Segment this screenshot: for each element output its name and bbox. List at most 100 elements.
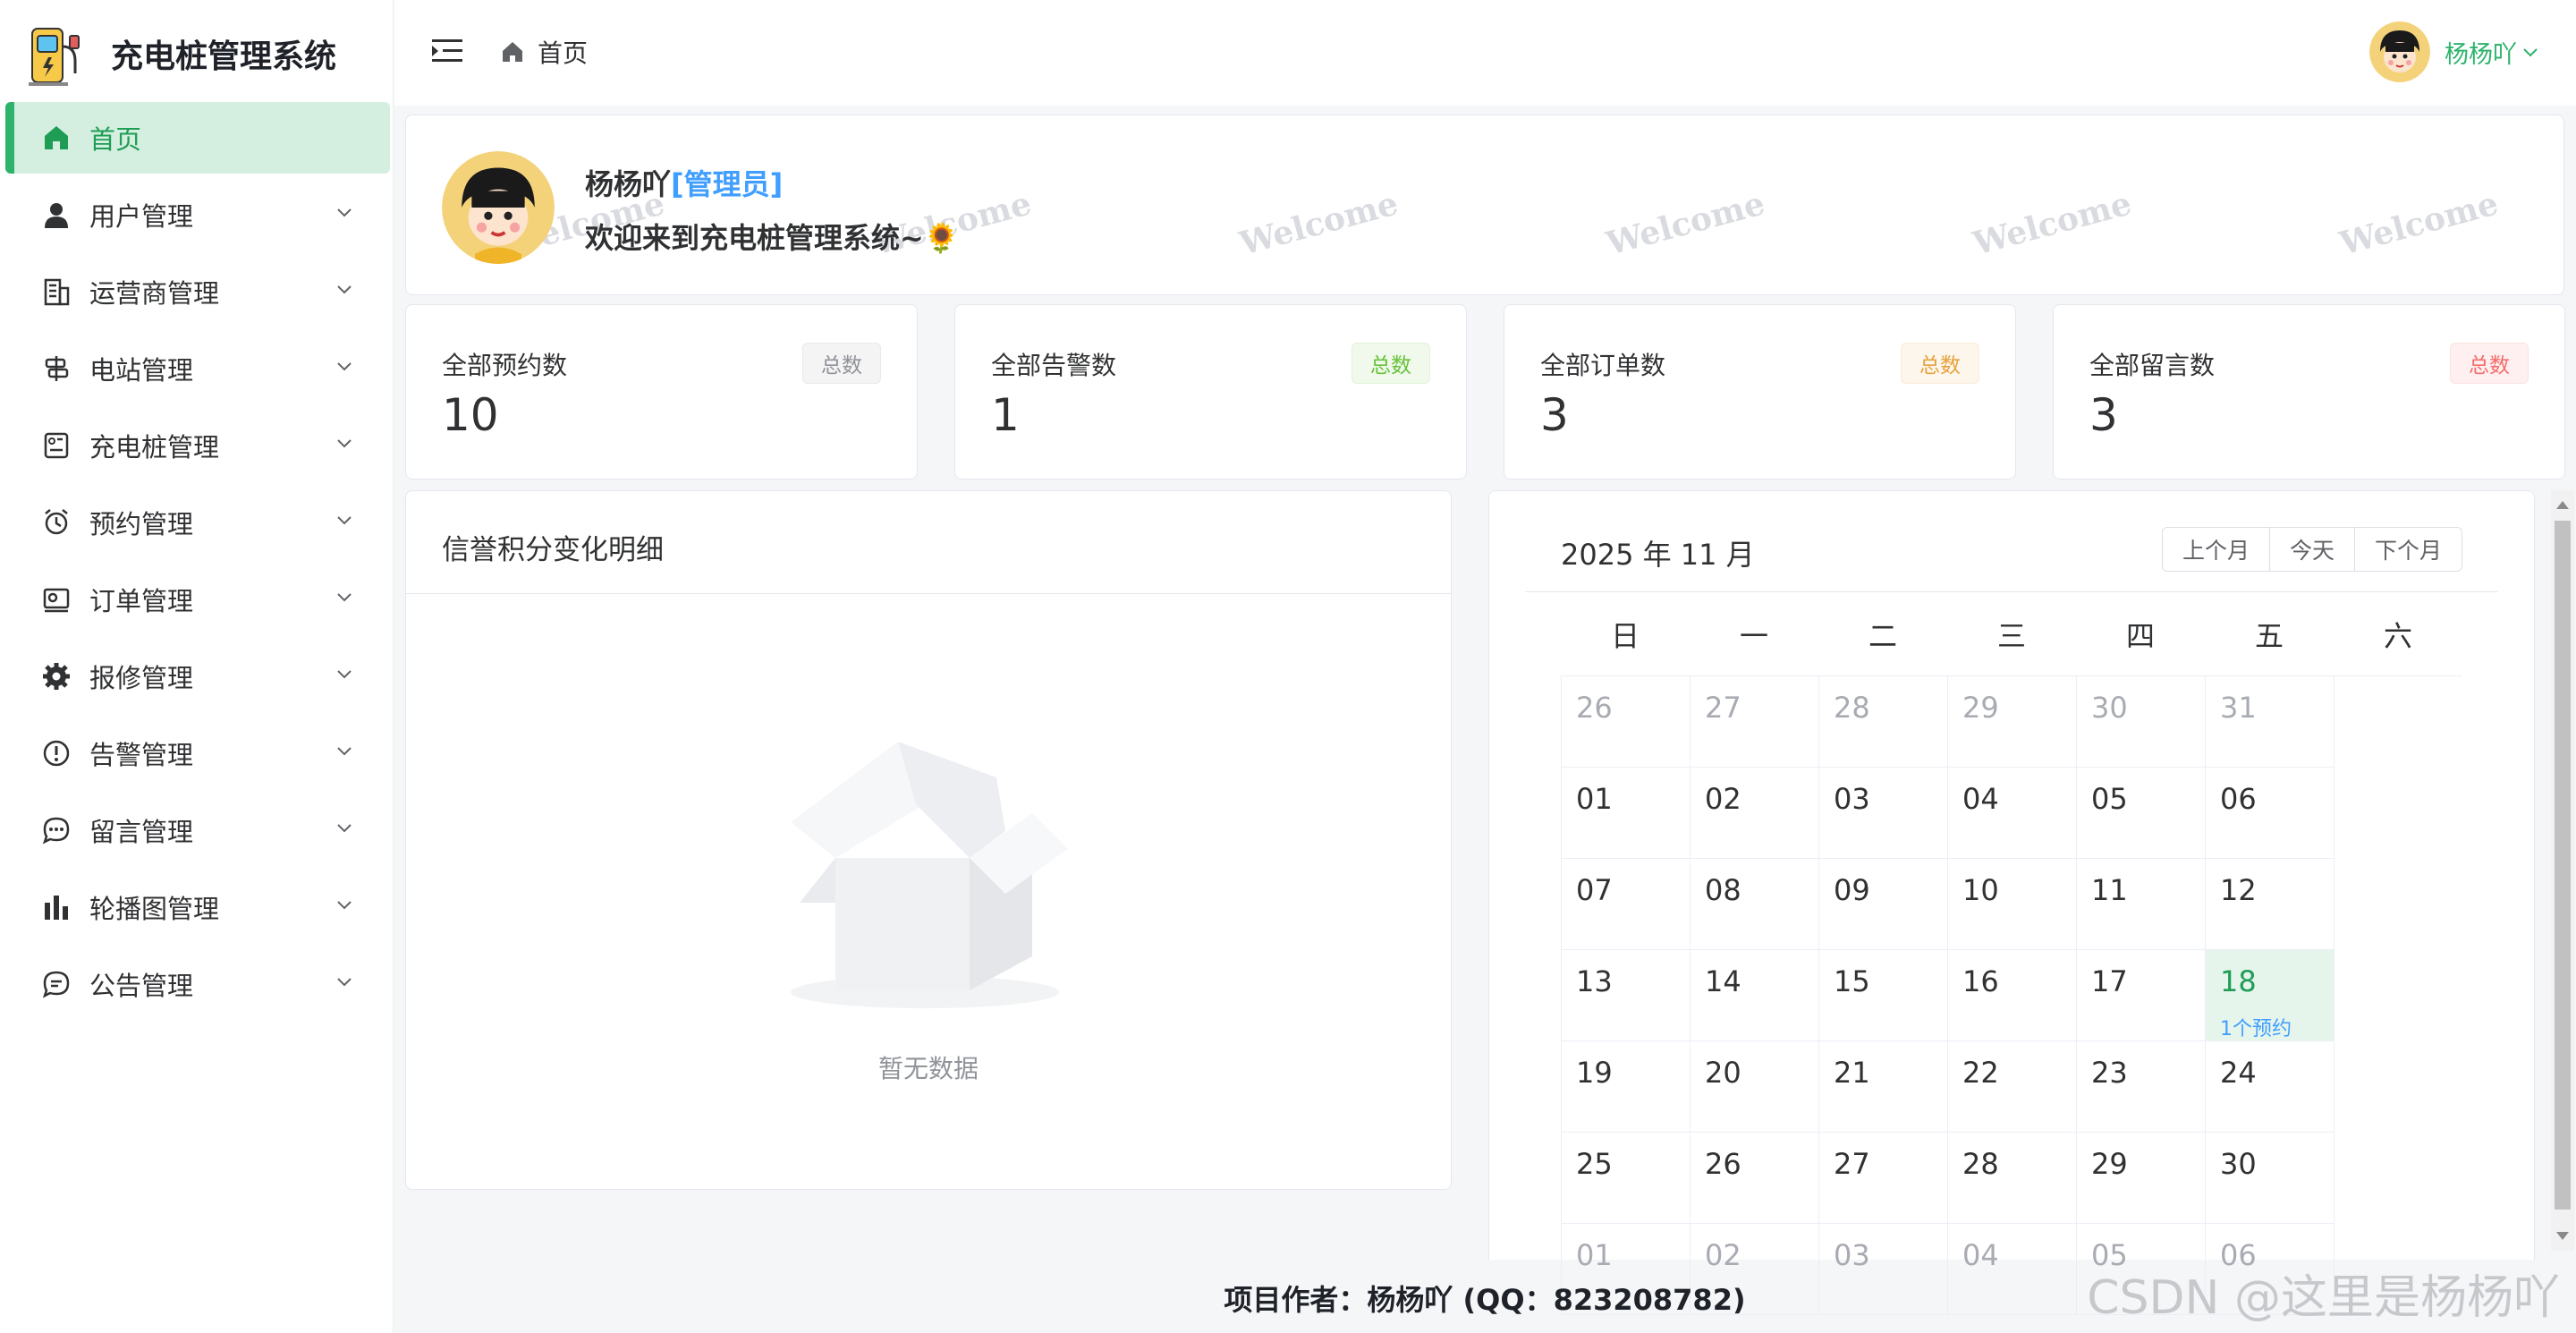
user-dropdown[interactable]: 杨杨吖: [2369, 21, 2540, 82]
calendar-day[interactable]: 15: [1819, 950, 1948, 1041]
calendar-day[interactable]: 10: [1948, 859, 2077, 950]
calendar-day[interactable]: 29: [2077, 1133, 2206, 1224]
calendar-day[interactable]: 26: [1562, 676, 1690, 768]
empty-text: 暂无数据: [877, 1054, 979, 1083]
calendar-day[interactable]: 26: [1690, 1133, 1819, 1224]
calendar-day[interactable]: 06: [2206, 768, 2334, 859]
calendar-card: 2025 年 11 月 上个月 今天 下个月 日 一 二 三 四 五 六 26 27 28 29 3…: [1488, 490, 2535, 1315]
calendar-weekdays: 日一二三四五六: [1561, 609, 2462, 663]
calendar-day[interactable]: 04: [1948, 768, 2077, 859]
day-number: 08: [1705, 873, 1741, 907]
sidebar-item-11[interactable]: 公告管理: [5, 948, 390, 1020]
calendar-day[interactable]: 11: [2077, 859, 2206, 950]
sidebar-item-7[interactable]: 报修管理: [5, 641, 390, 712]
day-number: 10: [1962, 873, 1999, 907]
sidebar-item-8[interactable]: 告警管理: [5, 717, 390, 789]
calendar-day[interactable]: 24: [2206, 1041, 2334, 1133]
collapse-menu-icon[interactable]: [432, 38, 462, 64]
calendar-day[interactable]: 19: [1562, 1041, 1690, 1133]
calendar-day[interactable]: 18 1个预约: [2206, 950, 2334, 1041]
sidebar-item-4[interactable]: 充电桩管理: [5, 410, 390, 481]
sidebar-item-5[interactable]: 预约管理: [5, 487, 390, 558]
building-icon: [41, 276, 72, 307]
calendar-day[interactable]: 09: [1819, 859, 1948, 950]
stat-tag: 总数: [1901, 343, 1979, 384]
sidebar-menu: 首页用户管理 运营商管理 电站管理 充电桩管理 预约管理 订单管理 报修管理 告警管理 留言管理…: [0, 102, 394, 1025]
calendar-day[interactable]: 25: [1562, 1133, 1690, 1224]
calendar-day[interactable]: 14: [1690, 950, 1819, 1041]
day-number: 29: [2091, 1147, 2128, 1181]
day-number: 30: [2091, 691, 2128, 725]
calendar-day[interactable]: 21: [1819, 1041, 1948, 1133]
username: 杨杨吖: [2445, 40, 2517, 69]
day-number: 02: [1705, 782, 1741, 816]
prev-month-button[interactable]: 上个月: [2162, 528, 2269, 571]
day-number: 29: [1962, 691, 1999, 725]
calendar-day[interactable]: 02: [1690, 768, 1819, 859]
warning-icon: [41, 738, 72, 768]
scroll-thumb[interactable]: [2555, 521, 2571, 1210]
avatar: [442, 151, 555, 264]
calendar-day[interactable]: 07: [1562, 859, 1690, 950]
day-number: 14: [1705, 964, 1741, 998]
day-number: 18: [2220, 964, 2257, 998]
stat-label: 全部预约数: [442, 351, 568, 380]
calendar-day[interactable]: 23: [2077, 1041, 2206, 1133]
sidebar-item-10[interactable]: 轮播图管理: [5, 871, 390, 943]
sidebar-item-1[interactable]: 用户管理: [5, 179, 390, 250]
weekday-label: 三: [1996, 619, 2026, 653]
calendar-day[interactable]: 16: [1948, 950, 2077, 1041]
stat-value: 3: [2089, 389, 2118, 441]
calendar-day[interactable]: 27: [1690, 676, 1819, 768]
scroll-down-icon[interactable]: [2556, 1232, 2569, 1240]
stat-value: 1: [991, 389, 1020, 441]
sidebar-item-9[interactable]: 留言管理: [5, 794, 390, 866]
calendar-day[interactable]: 20: [1690, 1041, 1819, 1133]
sidebar-item-6[interactable]: 订单管理: [5, 564, 390, 635]
welcome-card: Welcome Welcome Welcome Welcome Welcome …: [405, 115, 2564, 295]
day-number: 24: [2220, 1056, 2257, 1090]
app-logo[interactable]: 充电桩管理系统: [27, 18, 336, 89]
bar-chart-icon: [41, 892, 72, 922]
calendar-day[interactable]: 28: [1819, 676, 1948, 768]
calendar-day[interactable]: 03: [1819, 768, 1948, 859]
breadcrumb[interactable]: 首页: [500, 34, 588, 70]
calendar-day[interactable]: 31: [2206, 676, 2334, 768]
welcome-message: 欢迎来到充电桩管理系统~🌻: [585, 221, 960, 255]
calendar-day[interactable]: 29: [1948, 676, 2077, 768]
chevron-down-icon: [337, 978, 352, 987]
calendar-day[interactable]: 27: [1819, 1133, 1948, 1224]
calendar-day[interactable]: 30: [2077, 676, 2206, 768]
day-number: 01: [1576, 782, 1613, 816]
sidebar-item-2[interactable]: 运营商管理: [5, 256, 390, 327]
scroll-up-icon[interactable]: [2556, 501, 2569, 509]
credit-score-card: 信誉积分变化明细 暂无数据: [405, 490, 1452, 1190]
calendar-day[interactable]: 12: [2206, 859, 2334, 950]
alarm-clock-icon: [41, 507, 72, 538]
day-number: 22: [1962, 1056, 1999, 1090]
chat-icon: [41, 815, 72, 845]
calendar-day[interactable]: 13: [1562, 950, 1690, 1041]
calendar-day[interactable]: 28: [1948, 1133, 2077, 1224]
calendar-day[interactable]: 05: [2077, 768, 2206, 859]
calendar-day[interactable]: 17: [2077, 950, 2206, 1041]
day-number: 28: [1962, 1147, 1999, 1181]
scrollbar[interactable]: [2551, 490, 2574, 1251]
sidebar-item-3[interactable]: 电站管理: [5, 333, 390, 404]
sidebar-item-0[interactable]: 首页: [5, 102, 390, 174]
stat-tag: 总数: [802, 343, 881, 384]
stat-label: 全部订单数: [1540, 351, 1666, 380]
sidebar-item-label: 首页: [89, 124, 142, 155]
calendar-day[interactable]: 08: [1690, 859, 1819, 950]
calendar-day[interactable]: 22: [1948, 1041, 2077, 1133]
calendar-day[interactable]: 30: [2206, 1133, 2334, 1224]
divider: [1525, 591, 2498, 592]
breadcrumb-home: 首页: [538, 38, 589, 68]
next-month-button[interactable]: 下个月: [2353, 528, 2462, 571]
day-number: 27: [1705, 691, 1741, 725]
calendar-day[interactable]: 01: [1562, 768, 1690, 859]
today-button[interactable]: 今天: [2268, 528, 2354, 571]
welcome-role: [管理员]: [671, 167, 784, 201]
reservation-note: 1个预约: [2220, 1018, 2292, 1040]
chevron-down-icon: [337, 593, 352, 602]
